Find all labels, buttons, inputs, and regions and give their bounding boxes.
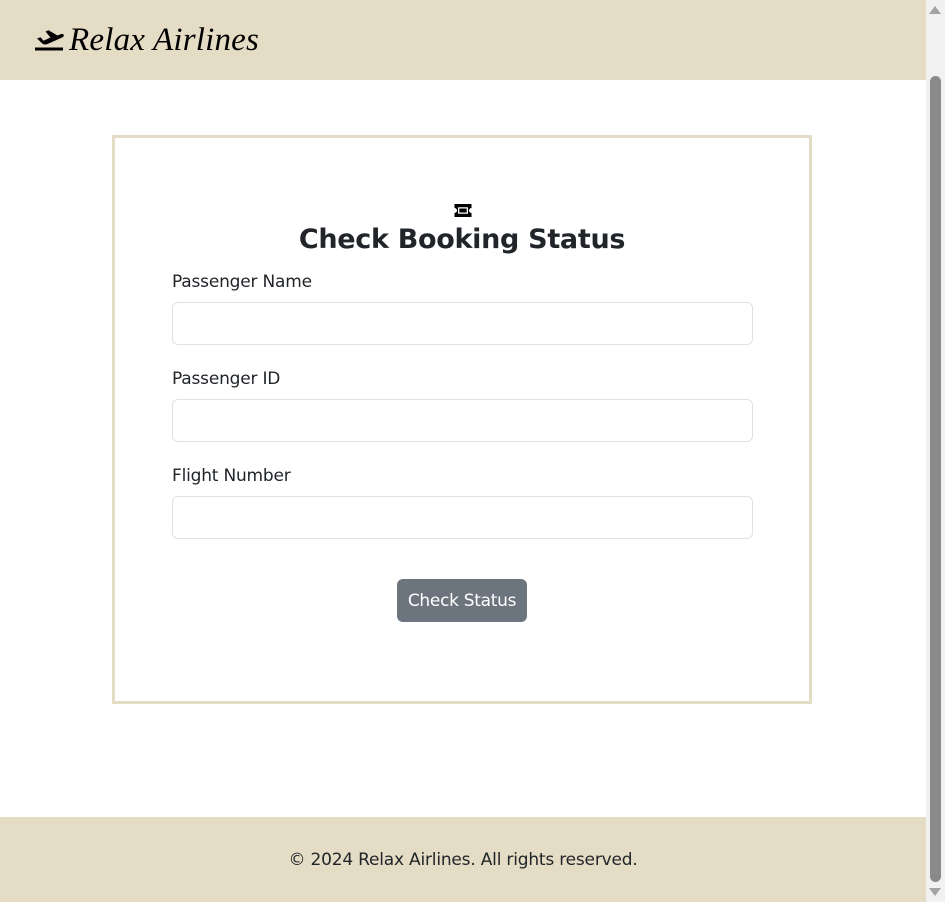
plane-departure-icon bbox=[35, 30, 64, 51]
vertical-scrollbar[interactable] bbox=[926, 0, 945, 902]
scrollbar-thumb[interactable] bbox=[930, 76, 941, 882]
flight-number-input[interactable] bbox=[172, 496, 753, 539]
scroll-down-arrow-icon[interactable] bbox=[929, 888, 941, 896]
navbar: Relax Airlines bbox=[0, 0, 926, 80]
page: Relax Airlines Check Booking Status Pass… bbox=[0, 0, 926, 902]
footer: © 2024 Relax Airlines. All rights reserv… bbox=[0, 817, 926, 902]
page-title: Check Booking Status bbox=[298, 224, 626, 255]
booking-status-card: Check Booking Status Passenger Name Pass… bbox=[112, 135, 812, 704]
passenger-name-label: Passenger Name bbox=[172, 272, 312, 292]
brand-name: Relax Airlines bbox=[69, 21, 260, 58]
passenger-id-label: Passenger ID bbox=[172, 369, 281, 389]
ticket-icon bbox=[454, 204, 472, 217]
flight-number-label: Flight Number bbox=[172, 466, 291, 486]
brand-link[interactable]: Relax Airlines bbox=[34, 21, 260, 58]
check-status-button[interactable]: Check Status bbox=[397, 579, 527, 622]
passenger-name-input[interactable] bbox=[172, 302, 753, 345]
scroll-up-arrow-icon[interactable] bbox=[929, 6, 941, 14]
passenger-id-input[interactable] bbox=[172, 399, 753, 442]
copyright-text: © 2024 Relax Airlines. All rights reserv… bbox=[288, 849, 638, 870]
